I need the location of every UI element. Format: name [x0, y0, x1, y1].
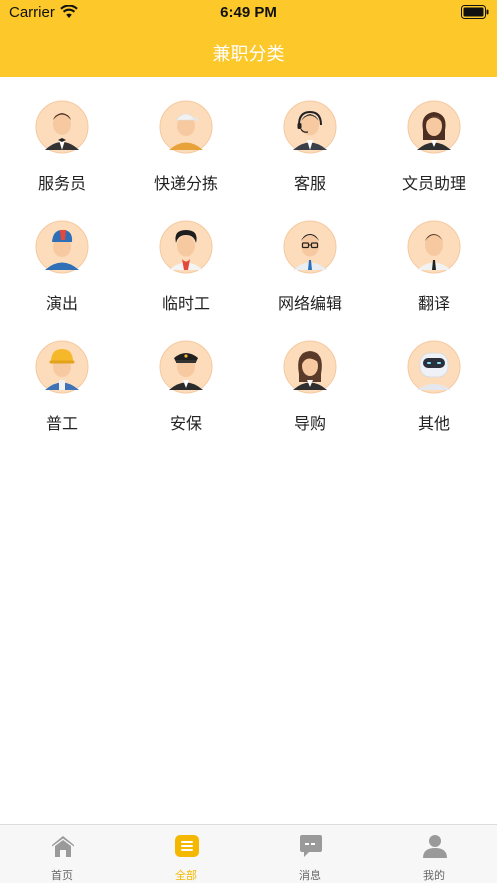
category-label: 临时工: [161, 296, 210, 313]
home-icon: [52, 836, 74, 857]
tab-label: 全部: [175, 870, 197, 882]
list-icon: [175, 835, 199, 857]
tab-profile[interactable]: 我的: [372, 825, 496, 883]
tab-label: 我的: [423, 870, 445, 882]
category-label: 翻译: [417, 296, 450, 313]
category-label: 文员助理: [401, 176, 466, 193]
category-label: 快递分拣: [153, 176, 218, 193]
editor-avatar-icon: [283, 220, 337, 274]
status-time: 6:49 PM: [220, 4, 277, 21]
category-customer-service[interactable]: 客服: [248, 100, 372, 210]
status-bar: Carrier 6:49 PM: [0, 0, 497, 26]
category-label: 服务员: [37, 176, 86, 193]
performer-avatar-icon: [35, 220, 89, 274]
category-translator[interactable]: 翻译: [372, 220, 496, 330]
category-waiter[interactable]: 服务员: [0, 100, 124, 210]
temp-worker-avatar-icon: [159, 220, 213, 274]
category-performer[interactable]: 演出: [0, 220, 124, 330]
tab-messages[interactable]: 消息: [248, 825, 372, 883]
category-temp-worker[interactable]: 临时工: [124, 220, 248, 330]
category-editor[interactable]: 网络编辑: [248, 220, 372, 330]
page-title: 兼职分类: [212, 44, 285, 64]
category-worker[interactable]: 普工: [0, 340, 124, 450]
category-label: 导购: [293, 416, 326, 433]
tab-label: 首页: [51, 870, 73, 882]
category-courier[interactable]: 快递分拣: [124, 100, 248, 210]
clerk-avatar-icon: [407, 100, 461, 154]
tab-label: 消息: [299, 870, 321, 882]
shopping-guide-avatar-icon: [283, 340, 337, 394]
message-icon: [300, 835, 322, 857]
category-label: 安保: [169, 416, 202, 433]
header-bar: Carrier 6:49 PM 兼职分类: [0, 0, 497, 77]
category-label: 客服: [293, 176, 326, 193]
category-label: 演出: [45, 296, 78, 313]
category-shopping-guide[interactable]: 导购: [248, 340, 372, 450]
battery-icon: [461, 5, 489, 19]
courier-avatar-icon: [159, 100, 213, 154]
security-avatar-icon: [159, 340, 213, 394]
tab-bar: 首页 全部 消息 我的: [0, 824, 497, 883]
customer-service-avatar-icon: [283, 100, 337, 154]
tab-all[interactable]: 全部: [124, 825, 248, 883]
tab-home[interactable]: 首页: [0, 825, 124, 883]
category-label: 普工: [45, 416, 78, 433]
category-other[interactable]: 其他: [372, 340, 496, 450]
category-label: 网络编辑: [277, 296, 342, 313]
category-security[interactable]: 安保: [124, 340, 248, 450]
waiter-avatar-icon: [35, 100, 89, 154]
category-clerk[interactable]: 文员助理: [372, 100, 496, 210]
person-icon: [423, 835, 447, 858]
worker-avatar-icon: [35, 340, 89, 394]
category-label: 其他: [417, 416, 450, 433]
translator-avatar-icon: [407, 220, 461, 274]
robot-avatar-icon: [407, 340, 461, 394]
